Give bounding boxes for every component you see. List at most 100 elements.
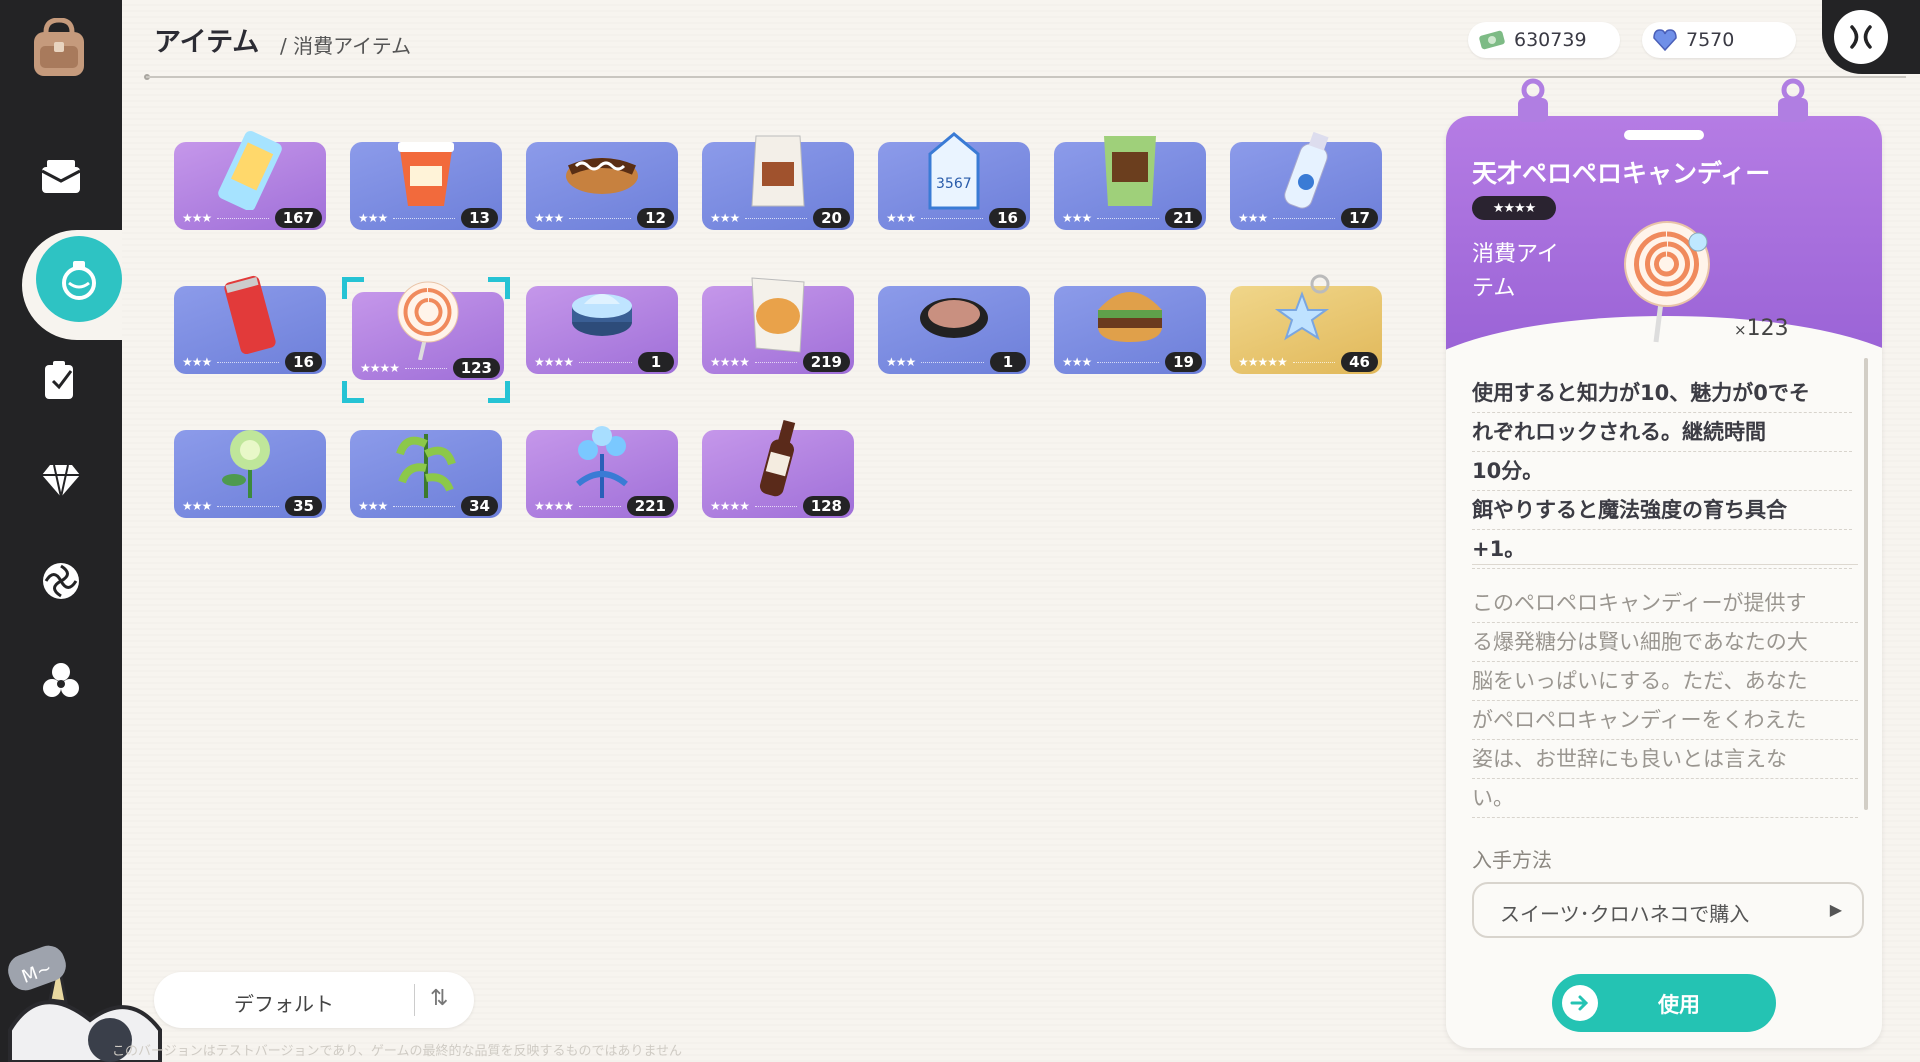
flavor-description: このペロペロキャンディーが提供す る爆発糖分は賢い細胞であなたの大 脳をいっぱいにす… <box>1472 584 1858 818</box>
item-card-footer: ★★★ 35 <box>174 494 326 518</box>
effect-line: 餌やりすると魔法強度の育ち具合 <box>1472 491 1852 530</box>
item-card-herb[interactable]: ★★★ 34 <box>350 414 502 518</box>
nav-item-consumables[interactable] <box>36 236 122 322</box>
milk-carton-icon: 3567 <box>928 132 980 210</box>
owned-value: 123 <box>1746 316 1789 341</box>
obtain-source-text: スイーツ･クロハネコで購入 <box>1500 902 1750 926</box>
item-card-burger[interactable]: ★★★ 19 <box>1054 270 1206 374</box>
page-subtitle: / 消費アイテム <box>280 34 412 58</box>
item-card-blue-flower[interactable]: ★★★★ 221 <box>526 414 678 518</box>
flavor-line: る爆発糖分は賢い細胞であなたの大 <box>1472 623 1858 662</box>
item-rarity-stars: ★★★★★ <box>1238 355 1288 369</box>
green-flower-icon <box>222 430 270 498</box>
detail-item-type-line2: テム <box>1472 276 1516 301</box>
detail-scrollbar[interactable] <box>1864 358 1868 810</box>
nav-item-clipboard[interactable] <box>36 356 86 406</box>
nav-item-box[interactable] <box>36 152 86 202</box>
snack-bag-icon <box>751 135 805 207</box>
sort-separator <box>414 984 415 1016</box>
item-card-footer: ★★★★ 221 <box>526 494 678 518</box>
bread-pack-icon <box>751 277 805 353</box>
item-dotted-line <box>921 217 984 219</box>
sort-order-icon[interactable]: ⇅ <box>430 986 448 1011</box>
item-count: 16 <box>285 352 322 372</box>
item-count: 12 <box>637 208 674 228</box>
cream-jar-icon <box>572 294 632 336</box>
item-dotted-line <box>1273 217 1336 219</box>
close-button[interactable] <box>1834 10 1888 64</box>
item-card-footer: ★★★ 16 <box>878 206 1030 230</box>
item-card-bottle[interactable]: ★★★★ 128 <box>702 414 854 518</box>
nav-item-gem[interactable] <box>36 456 86 506</box>
item-card-footer: ★★★ 1 <box>878 350 1030 374</box>
item-rarity-stars: ★★★ <box>1062 355 1092 369</box>
eclair-icon <box>566 158 638 194</box>
diamond-icon <box>42 464 80 498</box>
item-card-star-keychain[interactable]: ★★★★★ 46 <box>1230 270 1382 374</box>
cup-noodle-icon <box>398 142 454 206</box>
item-count: 35 <box>285 496 322 516</box>
effect-line: れぞれロックされる。継続時間 <box>1472 413 1852 452</box>
item-count: 219 <box>802 352 850 372</box>
item-rarity-stars: ★★★ <box>182 355 212 369</box>
item-card-popsicle[interactable]: ★★★ 167 <box>174 126 326 230</box>
item-dotted-line <box>755 361 797 363</box>
detail-lollipop-image <box>1612 214 1722 344</box>
item-card-footer: ★★★ 17 <box>1230 206 1382 230</box>
use-button[interactable]: 使用 <box>1552 974 1776 1032</box>
item-rarity-stars: ★★★★ <box>534 499 574 513</box>
item-card-soda-can[interactable]: ★★★ 16 <box>174 270 326 374</box>
clip-left-icon <box>1518 78 1548 122</box>
item-card-eclair[interactable]: ★★★ 12 <box>526 126 678 230</box>
item-count: 1 <box>638 352 674 372</box>
flavor-line: このペロペロキャンディーが提供す <box>1472 584 1858 623</box>
sort-control[interactable]: デフォルト ⇅ <box>154 972 474 1028</box>
potion-icon <box>62 261 96 300</box>
item-card-footer: ★★★★ 1 <box>526 350 678 374</box>
detail-item-type: 消費アイ テム <box>1472 238 1582 306</box>
item-card-snack-bag[interactable]: ★★★ 20 <box>702 126 854 230</box>
item-dotted-line <box>579 361 632 363</box>
item-card-cream-jar[interactable]: ★★★★ 1 <box>526 270 678 374</box>
herb-icon <box>396 434 456 498</box>
money-value: 630739 <box>1514 29 1587 51</box>
item-card-compact[interactable]: ★★★ 1 <box>878 270 1030 374</box>
item-dotted-line <box>921 361 984 363</box>
flavor-line: 脳をいっぱいにする。ただ、あなた <box>1472 662 1858 701</box>
item-card-water-bottle[interactable]: ★★★ 17 <box>1230 126 1382 230</box>
box-icon <box>41 160 81 193</box>
detail-item-name: 天才ペロペロキャンディー <box>1472 159 1771 188</box>
nav-item-cluster[interactable] <box>36 656 86 706</box>
sidebar <box>0 0 122 1062</box>
item-card-green-flower[interactable]: ★★★ 35 <box>174 414 326 518</box>
scrollbar-thumb[interactable] <box>1864 358 1868 810</box>
owned-count: ×123 <box>1734 316 1789 341</box>
item-count: 46 <box>1341 352 1378 372</box>
effect-line: 使用すると知力が10、魅力が0でそ <box>1472 374 1852 413</box>
disclaimer: このバージョンはテストバージョンであり、ゲームの最終的な品質を反映するものではあ… <box>112 1044 683 1059</box>
item-card-green-bag[interactable]: ★★★ 21 <box>1054 126 1206 230</box>
item-card-footer: ★★★★ 219 <box>702 350 854 374</box>
heart-gem-icon <box>1653 29 1677 52</box>
green-bag-icon <box>1104 136 1156 206</box>
cash-icon <box>1479 30 1505 50</box>
item-card-milk-carton[interactable]: 3567 ★★★ 16 <box>878 126 1030 230</box>
backpack-icon[interactable] <box>26 17 92 80</box>
item-dotted-line <box>393 505 456 507</box>
detail-item-type-line1: 消費アイ <box>1472 242 1559 267</box>
cluster-icon <box>43 663 79 697</box>
item-dotted-line <box>1097 217 1160 219</box>
item-count: 16 <box>989 208 1026 228</box>
obtain-source-button[interactable]: スイーツ･クロハネコで購入 ▶ <box>1472 882 1864 938</box>
item-card-cup-noodle[interactable]: ★★★ 13 <box>350 126 502 230</box>
selection-frame <box>342 277 510 403</box>
flavor-line: い。 <box>1472 779 1858 818</box>
item-rarity-stars: ★★★ <box>182 499 212 513</box>
owned-prefix: × <box>1734 321 1747 339</box>
item-card-bread-pack[interactable]: ★★★★ 219 <box>702 270 854 374</box>
compact-icon <box>920 298 988 338</box>
item-rarity-stars: ★★★★ <box>534 355 574 369</box>
close-button-area <box>1822 0 1920 74</box>
nav-item-swirl[interactable] <box>36 556 86 606</box>
header-divider <box>146 76 1906 78</box>
